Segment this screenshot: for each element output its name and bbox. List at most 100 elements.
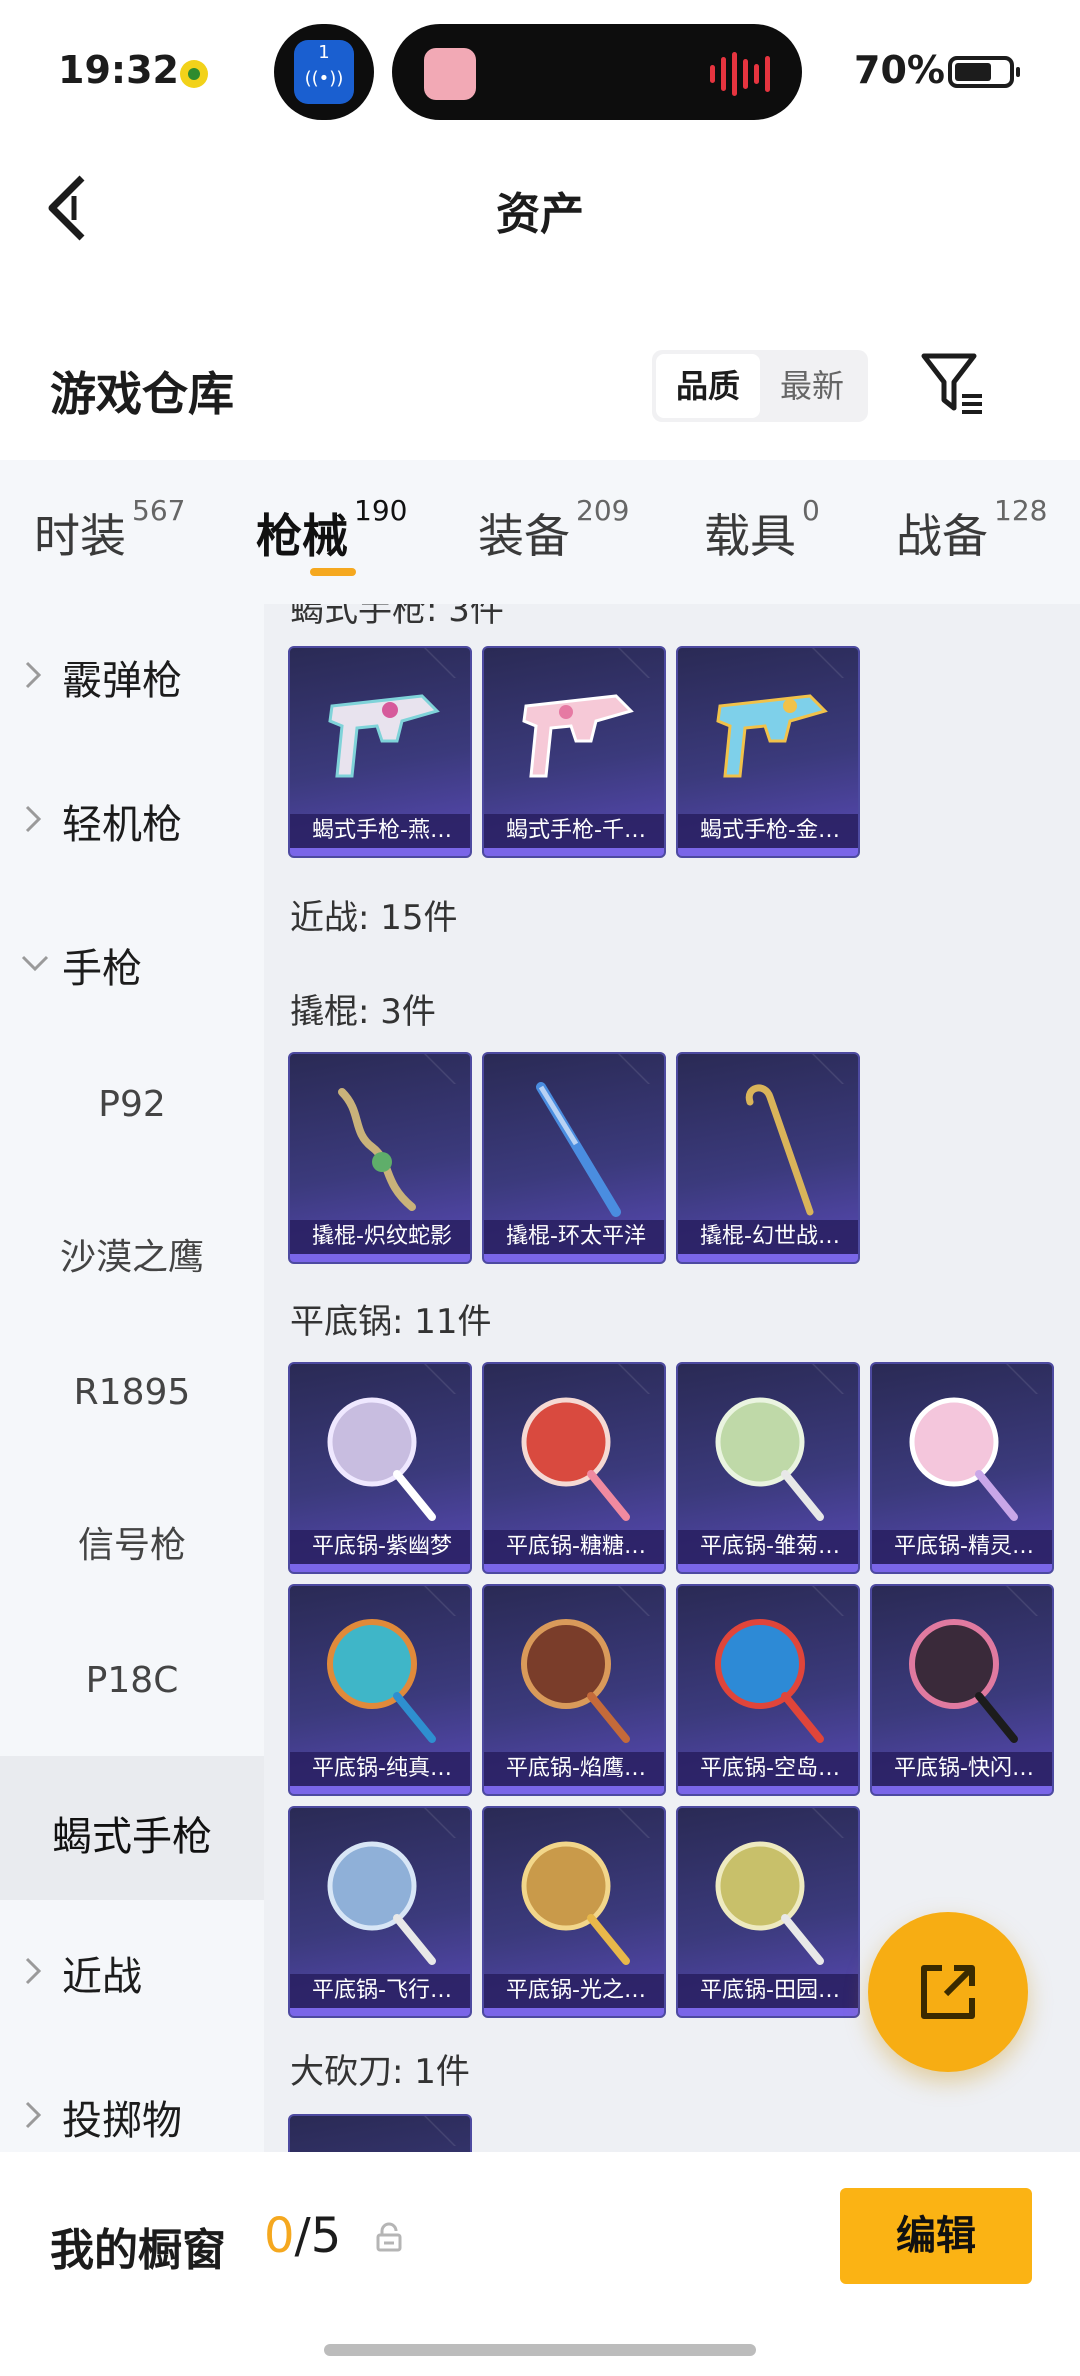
sidebar-subitem-p92[interactable]: P92 (0, 1036, 264, 1180)
item-name: 撬棍-环太平洋 (484, 1220, 664, 1254)
share-external-icon (921, 1965, 975, 2019)
dynamic-island-media[interactable] (392, 24, 802, 120)
tab-weapons[interactable]: 枪械 190 (256, 494, 407, 566)
tab-fashion[interactable]: 时装 567 (34, 494, 185, 566)
share-button[interactable] (868, 1912, 1028, 2072)
weapon-category-sidebar: 霰弹枪 轻机枪 手枪 P92 沙漠之鹰 R1895 信号枪 P18C 蝎式手枪 … (0, 604, 264, 2152)
item-card[interactable]: 平底锅-光之… (482, 1806, 666, 2018)
showcase-current: 0 (264, 2208, 295, 2264)
item-card[interactable]: 平底锅-雏菊… (676, 1362, 860, 1574)
item-name: 平底锅-焰鹰… (484, 1752, 664, 1786)
battery-percent: 70% (854, 48, 945, 92)
item-card[interactable]: 撬棍-环太平洋 (482, 1052, 666, 1264)
item-card[interactable]: 蝎式手枪-燕… (288, 646, 472, 858)
rarity-bar (484, 848, 664, 856)
sidebar-subitem-skorpion[interactable]: 蝎式手枪 (0, 1756, 264, 1900)
showcase-total: /5 (294, 2208, 342, 2264)
smg-skin-icon (522, 694, 634, 778)
pan-skin-icon (715, 1841, 824, 1965)
tab-label: 载具 (704, 509, 796, 563)
item-card[interactable]: 平底锅-田园… (676, 1806, 860, 2018)
sidebar-item-label: R1895 (73, 1372, 191, 1413)
item-card[interactable]: 平底锅-焰鹰… (482, 1584, 666, 1796)
item-card[interactable]: 撬棍-炽纹蛇影 (288, 1052, 472, 1264)
item-name: 平底锅-精灵… (872, 1530, 1052, 1564)
chevron-down-icon (21, 955, 49, 972)
item-name: 平底锅-紫幽梦 (290, 1530, 470, 1564)
item-card[interactable]: 蝎式手枪-金… (676, 646, 860, 858)
sidebar-subitem-flare-gun[interactable]: 信号枪 (0, 1468, 264, 1612)
sidebar-item-lmg[interactable]: 轻机枪 (0, 748, 264, 892)
item-card[interactable]: 平底锅-糖糖… (482, 1362, 666, 1574)
tab-count: 0 (802, 494, 820, 527)
pan-skin-icon (327, 1619, 436, 1743)
nav-bar: 资产 (0, 140, 1080, 270)
item-card[interactable]: 平底锅-空岛… (676, 1584, 860, 1796)
item-name: 撬棍-炽纹蛇影 (290, 1220, 470, 1254)
rarity-bar (484, 1786, 664, 1794)
sidebar-item-label: P18C (85, 1660, 179, 1701)
broadcast-icon: 1 ((•)) (294, 40, 354, 104)
tab-label: 时装 (34, 509, 126, 563)
section-header-skorpion: 蝎式手枪: 3件 (290, 604, 504, 630)
item-card[interactable]: 平底锅-快闪… (870, 1584, 1054, 1796)
audio-wave-icon (710, 52, 770, 96)
sort-option-newest[interactable]: 最新 (760, 354, 864, 418)
category-tabs: 时装 567 枪械 190 装备 209 载具 0 战备 128 (0, 460, 1080, 604)
tab-count: 190 (354, 494, 408, 527)
dynamic-island-broadcast[interactable]: 1 ((•)) (274, 24, 374, 120)
sort-option-quality[interactable]: 品质 (656, 354, 760, 418)
chevron-right-icon (25, 661, 42, 689)
page-title: 资产 (496, 189, 584, 240)
rarity-bar (484, 1564, 664, 1572)
sidebar-subitem-desert-eagle[interactable]: 沙漠之鹰 (0, 1180, 264, 1324)
home-indicator[interactable] (324, 2344, 756, 2356)
section-header-crowbar: 撬棍: 3件 (290, 992, 436, 1032)
chevron-right-icon (25, 2101, 42, 2129)
rarity-bar (484, 2008, 664, 2016)
sidebar-item-label: 近战 (62, 1954, 142, 2000)
sidebar-item-shotgun[interactable]: 霰弹枪 (0, 604, 264, 748)
sidebar-item-melee[interactable]: 近战 (0, 1900, 264, 2044)
sidebar-subitem-r1895[interactable]: R1895 (0, 1324, 264, 1468)
item-name: 平底锅-飞行… (290, 1974, 470, 2008)
warehouse-header: 游戏仓库 品质 最新 (0, 330, 1080, 450)
tab-count: 209 (576, 494, 630, 527)
tab-supplies[interactable]: 战备 128 (896, 494, 1047, 566)
sidebar-item-throwable[interactable]: 投掷物 (0, 2044, 264, 2152)
item-card[interactable] (288, 2114, 472, 2152)
sidebar-item-label: 沙漠之鹰 (59, 1237, 204, 1278)
pan-skin-icon (715, 1619, 824, 1743)
tab-vehicles[interactable]: 载具 0 (704, 494, 820, 566)
showcase-bar: 我的橱窗 0/5 编辑 (0, 2152, 1080, 2376)
tab-label: 战备 (896, 509, 988, 563)
rarity-bar (678, 1786, 858, 1794)
tab-equipment[interactable]: 装备 209 (478, 494, 629, 566)
crowbar-skin-icon (745, 1084, 814, 1216)
item-card[interactable]: 撬棍-幻世战… (676, 1052, 860, 1264)
rarity-bar (290, 1786, 470, 1794)
sidebar-item-label: 霰弹枪 (62, 658, 182, 704)
item-card[interactable]: 平底锅-飞行… (288, 1806, 472, 2018)
sidebar-item-label: 信号枪 (77, 1525, 186, 1566)
pan-skin-icon (327, 1397, 436, 1521)
sidebar-item-pistol[interactable]: 手枪 (0, 892, 264, 1036)
item-name: 平底锅-糖糖… (484, 1530, 664, 1564)
chevron-right-icon (25, 805, 42, 833)
sidebar-item-label: 蝎式手枪 (52, 1814, 212, 1860)
pan-skin-icon (327, 1841, 436, 1965)
section-header-melee: 近战: 15件 (290, 898, 458, 938)
chevron-right-icon (25, 1957, 42, 1985)
rarity-bar (678, 1254, 858, 1262)
filter-button[interactable] (920, 350, 986, 420)
item-card[interactable]: 平底锅-精灵… (870, 1362, 1054, 1574)
edit-button[interactable]: 编辑 (840, 2188, 1032, 2284)
item-card[interactable]: 平底锅-紫幽梦 (288, 1362, 472, 1574)
rarity-bar (678, 848, 858, 856)
sidebar-subitem-p18c[interactable]: P18C (0, 1612, 264, 1756)
item-name: 蝎式手枪-燕… (290, 814, 470, 848)
active-tab-indicator (310, 568, 356, 576)
item-card[interactable]: 平底锅-纯真… (288, 1584, 472, 1796)
tab-label: 枪械 (256, 509, 348, 563)
item-card[interactable]: 蝎式手枪-千… (482, 646, 666, 858)
